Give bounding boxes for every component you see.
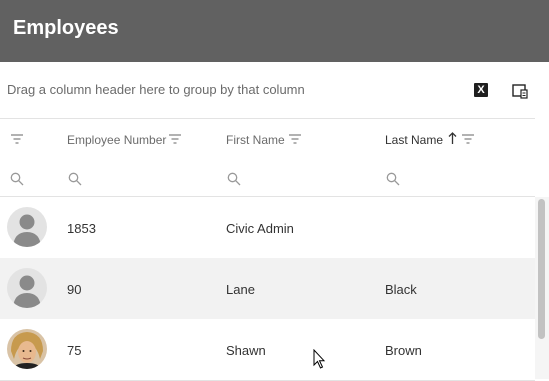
cell-employee-number: 1853 (67, 221, 96, 236)
filter-row (0, 160, 535, 197)
app-header: Employees (0, 0, 549, 62)
filter-icon[interactable] (462, 134, 474, 144)
mouse-cursor-icon (313, 349, 326, 369)
cell-first-name: Lane (226, 282, 255, 297)
filter-icon[interactable] (289, 134, 301, 144)
excel-export-icon[interactable]: X (474, 83, 488, 97)
filter-icon[interactable] (11, 134, 23, 144)
cell-last-name: Brown (385, 343, 422, 358)
avatar-placeholder-icon (7, 268, 47, 308)
filter-icon[interactable] (169, 134, 181, 144)
scrollbar-thumb[interactable] (538, 199, 545, 339)
cell-last-name: Black (385, 282, 417, 297)
avatar-placeholder-icon (7, 207, 47, 247)
table-row[interactable]: 1853 Civic Admin (0, 197, 535, 259)
group-panel-hint: Drag a column header here to group by th… (7, 82, 305, 97)
search-icon[interactable] (227, 172, 241, 186)
cell-first-name: Shawn (226, 343, 266, 358)
sort-ascending-icon[interactable] (448, 132, 457, 144)
page-title: Employees (13, 17, 119, 39)
grid-header-row: Employee Number First Name Last Name (0, 118, 535, 161)
group-panel[interactable]: Drag a column header here to group by th… (0, 62, 549, 118)
table-row[interactable]: 75 Shawn Brown (0, 319, 535, 381)
search-icon[interactable] (10, 172, 24, 186)
search-icon[interactable] (68, 172, 82, 186)
avatar-photo (7, 329, 47, 369)
cell-employee-number: 90 (67, 282, 82, 297)
column-header-last-name[interactable]: Last Name (385, 133, 443, 147)
search-icon[interactable] (386, 172, 400, 186)
cell-first-name: Civic Admin (226, 221, 294, 236)
table-row[interactable]: 90 Lane Black (0, 258, 535, 320)
column-header-first-name[interactable]: First Name (226, 133, 285, 147)
cell-employee-number: 75 (67, 343, 82, 358)
column-chooser-icon[interactable] (512, 83, 528, 99)
column-header-employee-number[interactable]: Employee Number (67, 133, 166, 147)
